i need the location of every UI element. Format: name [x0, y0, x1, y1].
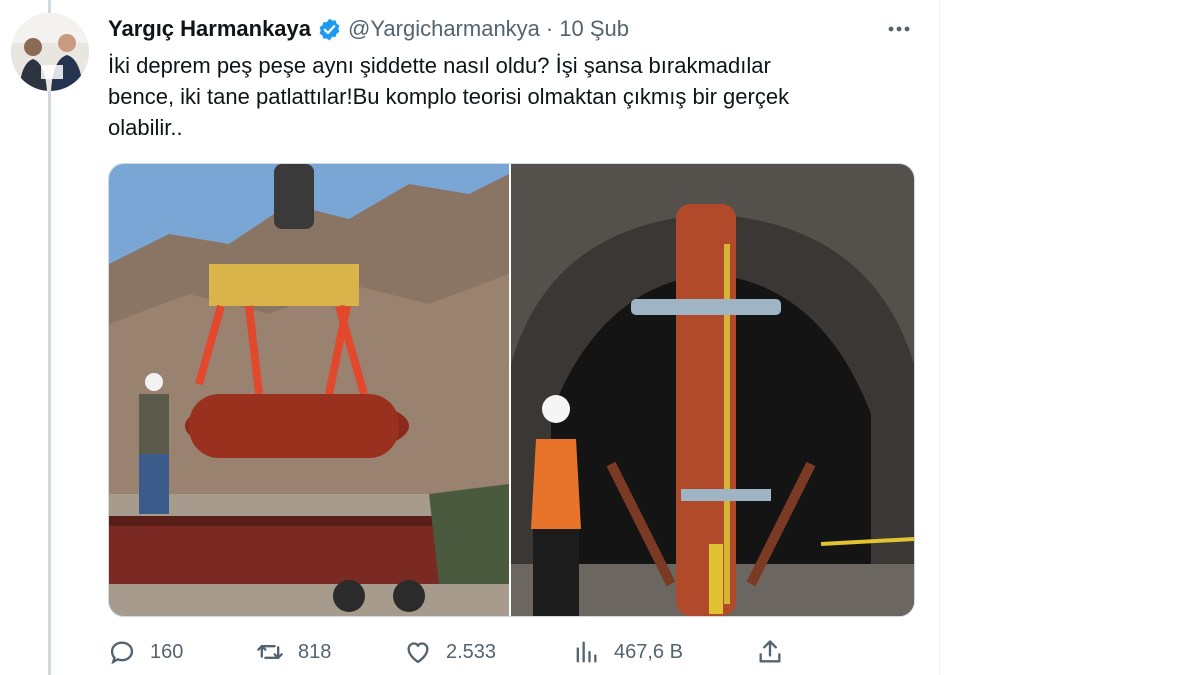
more-dots-icon	[888, 26, 910, 32]
thread-line	[48, 0, 51, 675]
more-options-button[interactable]	[884, 14, 914, 44]
retweet-icon	[257, 645, 283, 659]
share-button[interactable]	[756, 634, 784, 670]
author-name[interactable]: Yargıç Harmankaya	[108, 16, 311, 42]
tweet-actions: 160 818 2.533 467,6 B	[108, 634, 788, 670]
verified-badge-icon	[317, 17, 342, 42]
like-button[interactable]: 2.533	[404, 634, 496, 670]
retweet-count: 818	[298, 640, 332, 663]
author-handle[interactable]: @Yargicharmankya	[348, 16, 540, 42]
media-photo-tunnel[interactable]	[511, 164, 914, 616]
tweet-text-line: olabilir..	[108, 115, 183, 140]
header-separator: ·	[545, 16, 554, 41]
like-count: 2.533	[446, 640, 497, 663]
tweet-media	[108, 163, 915, 617]
media-photo-crane[interactable]	[109, 164, 509, 616]
tunnel-device-photo-icon	[511, 164, 914, 616]
tweet-text: İki deprem peş peşe aynı şiddette nasıl …	[108, 50, 898, 143]
views-icon	[576, 641, 597, 663]
views-button[interactable]: 467,6 B	[572, 634, 683, 670]
retweet-button[interactable]: 818	[256, 634, 331, 670]
reply-icon	[110, 641, 134, 665]
crane-lifting-bomb-photo-icon	[109, 164, 509, 616]
tweet-header: Yargıç Harmankaya @Yargicharmankya · 10 …	[108, 14, 629, 44]
heart-icon	[407, 642, 429, 664]
column-divider	[939, 0, 940, 675]
profile-photo-icon	[11, 13, 89, 91]
reply-button[interactable]: 160	[108, 634, 183, 670]
tweet-date[interactable]: 10 Şub	[559, 16, 629, 42]
views-count: 467,6 B	[614, 640, 683, 663]
tweet-text-line: İki deprem peş peşe aynı şiddette nasıl …	[108, 53, 771, 78]
share-icon	[759, 640, 781, 663]
tweet-text-line: bence, iki tane patlattılar!Bu komplo te…	[108, 84, 790, 109]
avatar[interactable]	[11, 13, 89, 91]
reply-count: 160	[150, 640, 184, 663]
